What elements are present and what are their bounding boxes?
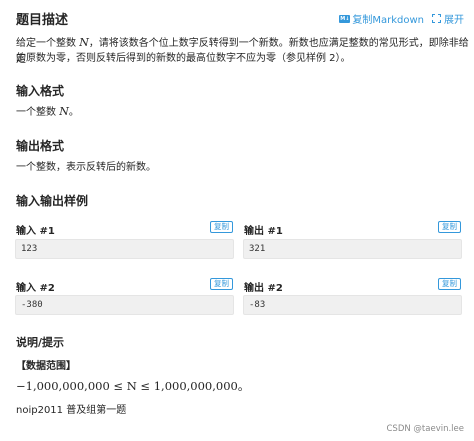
input-format-label: 一个整数: [16, 107, 60, 118]
sample-output-2[interactable]: -83: [243, 295, 462, 315]
section-title-hint: 说明/提示: [16, 336, 65, 349]
sample-output-label: 输出 #1: [244, 226, 283, 237]
header-actions: M↓ 复制Markdown 展开: [339, 11, 464, 26]
section-title-description: 题目描述: [16, 13, 69, 28]
copy-output-2-button[interactable]: 复制: [438, 278, 461, 290]
sample-output-label: 输出 #2: [244, 283, 283, 294]
section-title-output-format: 输出格式: [16, 139, 65, 153]
sample-input-2[interactable]: -380: [15, 295, 234, 315]
output-format-text: 一个整数，表示反转后的新数。: [16, 162, 156, 173]
sample-input-1[interactable]: 123: [15, 239, 234, 259]
math-variable: N: [59, 105, 69, 118]
math-variable: N: [79, 36, 89, 49]
sample-output-1[interactable]: 321: [243, 239, 462, 259]
copy-input-2-button[interactable]: 复制: [210, 278, 233, 290]
problem-page: 题目描述 M↓ 复制Markdown 展开 给定一个整数 N，请将该数各个位上数…: [0, 0, 474, 441]
input-format-suffix: 。: [68, 107, 79, 118]
copy-output-1-button[interactable]: 复制: [438, 221, 461, 233]
copy-markdown-label: 复制Markdown: [352, 15, 424, 26]
sample-input-label: 输入 #1: [16, 226, 55, 237]
problem-source: noip2011 普及组第一题: [16, 405, 127, 416]
watermark: CSDN @taevin.lee: [386, 424, 464, 434]
description-text: 给定一个整数: [16, 38, 80, 49]
copy-markdown-button[interactable]: M↓ 复制Markdown: [339, 11, 424, 26]
expand-button[interactable]: 展开: [432, 11, 464, 26]
expand-icon: [432, 14, 441, 23]
section-title-input-format: 输入格式: [16, 84, 65, 98]
input-format-text: 一个整数 N。: [16, 104, 79, 121]
expand-label: 展开: [444, 15, 464, 26]
sample-input-label: 输入 #2: [16, 283, 55, 294]
section-title-samples: 输入输出样例: [16, 194, 89, 208]
title-row: 题目描述 M↓ 复制Markdown 展开: [16, 9, 464, 29]
description-line-2: 的原数为零，否则反转后得到的新数的最高位数字不应为零（参见样例 2）。: [16, 53, 351, 64]
range-formula-text: −1,000,000,000 ≤ N ≤ 1,000,000,000。: [16, 379, 250, 393]
data-range-formula: −1,000,000,000 ≤ N ≤ 1,000,000,000。: [16, 378, 249, 396]
copy-input-1-button[interactable]: 复制: [210, 221, 233, 233]
markdown-icon: M↓: [339, 14, 351, 23]
data-range-label: 【数据范围】: [16, 361, 76, 372]
